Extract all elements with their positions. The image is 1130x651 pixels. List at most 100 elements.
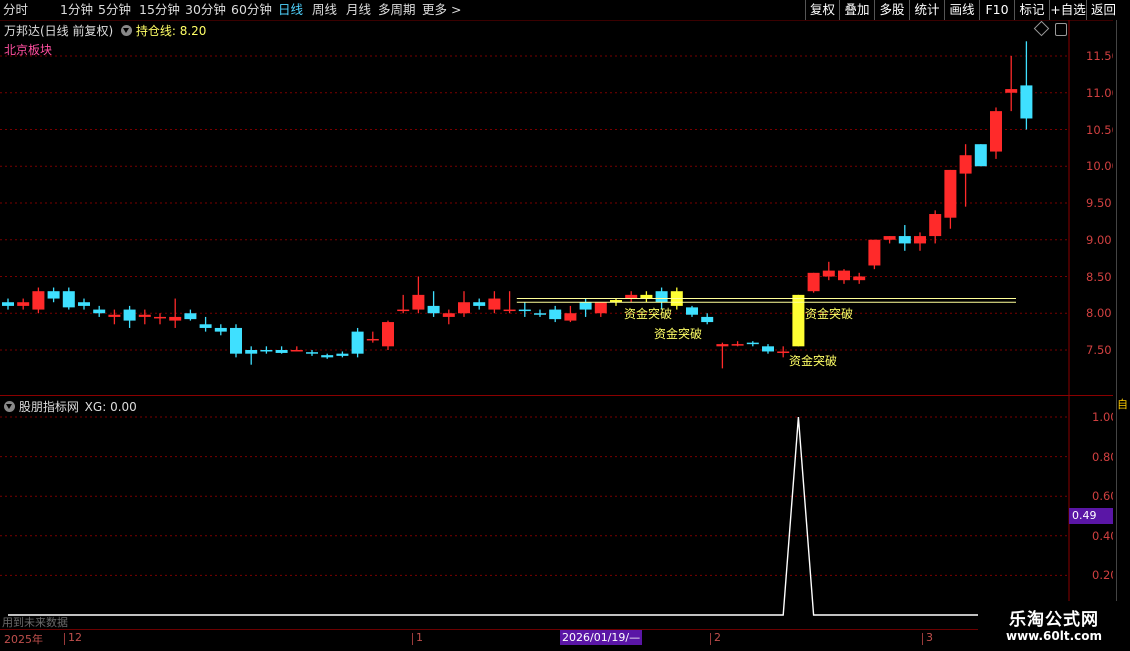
candle-body (245, 350, 258, 354)
sector-label[interactable]: 北京板块 (4, 41, 52, 58)
candle-body (2, 302, 14, 306)
candle-body (807, 272, 820, 292)
candle-body (397, 309, 410, 312)
candle-body (929, 214, 942, 237)
candle-body (731, 344, 744, 346)
price-axis: 11.50 11.00 10.50 10.00 9.50 9.00 8.50 8.00 7.50 (1070, 20, 1119, 395)
candle-body (838, 270, 850, 281)
overlay-button[interactable]: 叠加 (839, 0, 874, 20)
site-logo: 乐淘公式网 www.60lt.com (978, 601, 1130, 650)
future-data-watermark: 用到未来数据 (2, 616, 68, 629)
candle-body (701, 316, 714, 323)
main-grid (0, 20, 1070, 395)
candle-body (184, 313, 197, 320)
candle-body (382, 322, 394, 347)
candle-body (518, 309, 531, 312)
date-label-feb: 2 (714, 631, 721, 644)
candle-body (154, 316, 166, 319)
date-axis: 2025年 12 1 2026/01/19/— 2 3 (0, 629, 1130, 651)
candle-body (974, 144, 987, 167)
candle-body (853, 276, 866, 281)
date-tick (64, 633, 65, 645)
candle-body (458, 302, 470, 314)
period-tab-5min[interactable]: 5分钟 (98, 1, 131, 19)
candle-body (716, 344, 729, 347)
xg-series-line (8, 416, 1027, 616)
period-tab-60min[interactable]: 60分钟 (231, 1, 272, 19)
candle-body (579, 302, 592, 310)
kline-chart[interactable] (0, 20, 1130, 395)
draw-line-button[interactable]: 画线 (944, 0, 979, 20)
candle-body (488, 298, 501, 310)
candle-body (868, 239, 881, 266)
main-chart-header: 万邦达(日线 前复权) 持仓线: 8.20 (4, 22, 206, 39)
date-label-jan: 1 (416, 631, 423, 644)
logo-url: www.60lt.com (1005, 629, 1103, 643)
period-tab-monthly[interactable]: 月线 (346, 1, 371, 19)
candle-body (503, 309, 516, 312)
chevron-right-icon: > (451, 2, 462, 17)
indicator-chart[interactable] (0, 396, 1130, 628)
candle-body (17, 302, 30, 306)
xg-label: XG: (84, 400, 107, 414)
statistics-button[interactable]: 统计 (909, 0, 944, 20)
candle-body (777, 351, 790, 353)
overlays (516, 298, 1016, 303)
back-button[interactable]: 返回 (1086, 0, 1120, 20)
candle-body (686, 307, 698, 315)
candle-body (169, 316, 182, 321)
period-tab-1min[interactable]: 1分钟 (60, 1, 93, 19)
indicator-name[interactable]: 股朋指标网 (19, 400, 79, 414)
period-tab-intraday[interactable]: 分时 (3, 1, 28, 19)
price-tick-label: 9.00 (1086, 232, 1112, 247)
candle-body (123, 309, 136, 321)
candle-body (640, 294, 653, 299)
candle-body (594, 302, 607, 314)
candle-body (944, 169, 957, 218)
candle-body (62, 291, 75, 308)
candle-body (78, 302, 90, 306)
date-tick (922, 633, 923, 645)
side-panel-edge[interactable]: 自 (1113, 20, 1130, 626)
period-tab-15min[interactable]: 15分钟 (139, 1, 180, 19)
candle-body (549, 309, 562, 320)
date-tick (710, 633, 711, 645)
candle-body (564, 313, 577, 321)
period-tab-daily[interactable]: 日线 (278, 1, 303, 19)
candle-body (822, 270, 835, 277)
stock-title: 万邦达(日线 前复权) (4, 24, 114, 38)
candle-body (108, 314, 121, 317)
period-tab-multi[interactable]: 多周期 (378, 1, 416, 19)
period-toolbar: 分时 1分钟 5分钟 15分钟 30分钟 60分钟 日线 周线 月线 多周期 更… (0, 0, 1130, 21)
candle-body (625, 294, 638, 299)
multi-stock-button[interactable]: 多股 (874, 0, 909, 20)
date-tick (412, 633, 413, 645)
mark-button[interactable]: 标记 (1014, 0, 1049, 20)
candle-body (914, 236, 926, 244)
indicator-line (8, 416, 1027, 616)
add-watchlist-button[interactable]: +自选 (1049, 0, 1086, 20)
cursor-date-badge: 2026/01/19/— (560, 630, 643, 645)
candle-body (412, 294, 425, 310)
period-tab-more[interactable]: 更多 > (422, 1, 461, 19)
candle-body (427, 305, 440, 314)
more-label: 更多 (422, 2, 448, 17)
f10-button[interactable]: F10 (979, 0, 1014, 20)
period-tab-30min[interactable]: 30分钟 (185, 1, 226, 19)
indicator-header: 股朋指标网 XG: 0.00 (4, 398, 137, 415)
adjust-button[interactable]: 复权 (805, 0, 839, 20)
chevron-down-icon[interactable] (121, 25, 133, 36)
price-tick-label: 7.50 (1086, 343, 1112, 357)
period-tab-weekly[interactable]: 周线 (312, 1, 337, 19)
holding-line-value: 8.20 (179, 24, 207, 38)
panel-toggle-icon[interactable] (1055, 23, 1067, 36)
indicator-grid (0, 396, 1070, 628)
candle-body (762, 346, 774, 352)
price-tick-label: 8.50 (1086, 269, 1112, 284)
chevron-down-icon[interactable] (4, 401, 15, 412)
candle-body (442, 313, 455, 317)
candles (2, 41, 1033, 369)
date-label-year: 2025年 (4, 633, 43, 646)
date-label-mar: 3 (926, 631, 933, 644)
candle-body (746, 342, 759, 345)
